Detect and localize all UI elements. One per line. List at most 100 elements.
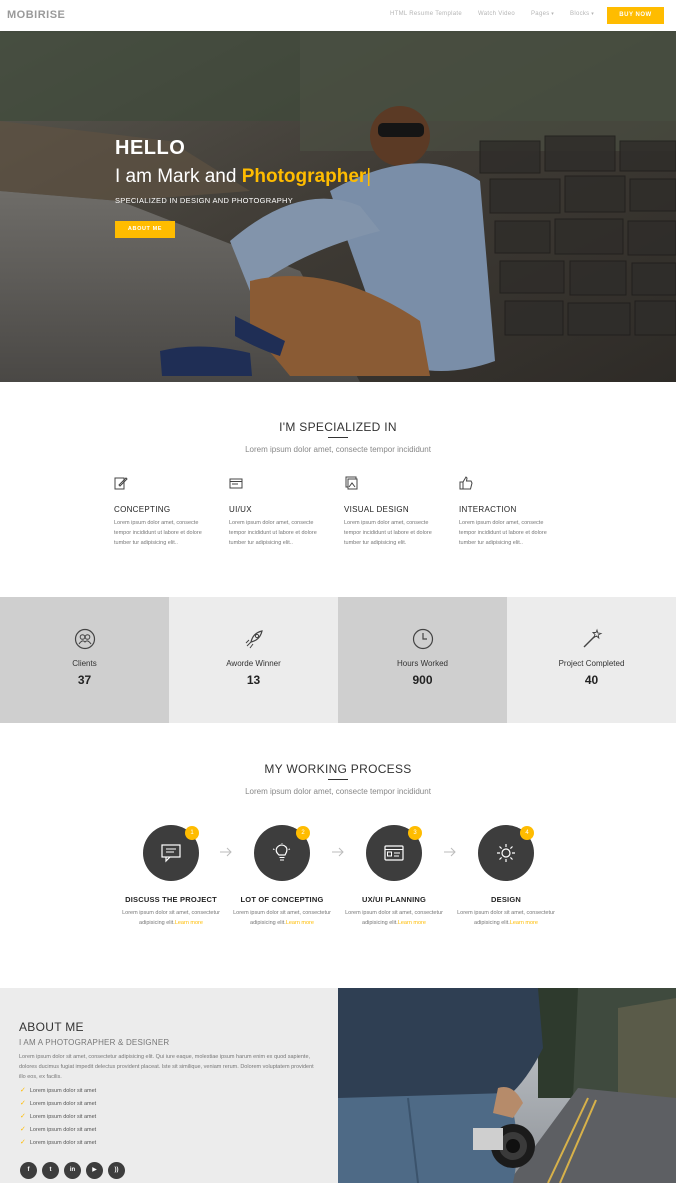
step-number-badge: 2: [296, 826, 310, 840]
about-subtitle: I AM A PHOTOGRAPHER & DESIGNER: [19, 1038, 170, 1047]
check-icon: ✓: [20, 1139, 26, 1146]
stat-value: 40: [584, 673, 599, 687]
stat-hours: Hours Worked 900: [338, 597, 507, 723]
check-icon: ✓: [20, 1087, 26, 1094]
check-icon: ✓: [20, 1126, 26, 1133]
hero-subtitle: SPECIALIZED IN DESIGN AND PHOTOGRAPHY: [115, 196, 294, 205]
list-item: ✓ Lorem ipsum dolor sit amet: [20, 1097, 96, 1110]
skill-text: Lorem ipsum dolor amet, consecte tempor …: [229, 520, 317, 546]
list-item-text: Lorem ipsum dolor sit amet: [29, 1127, 97, 1133]
youtube-icon[interactable]: ▶: [86, 1162, 103, 1179]
step-description: Lorem ipsum dolor sit amet, consectetur …: [345, 910, 443, 926]
stat-value: 900: [412, 673, 433, 687]
skill-title: VISUAL DESIGN: [344, 505, 409, 514]
step-number-badge: 4: [520, 826, 534, 840]
hero-headline: I am Mark and Photographer|: [115, 166, 371, 188]
step-text: Lorem ipsum dolor sit amet, consectetur …: [452, 908, 560, 928]
process-subtitle: Lorem ipsum dolor amet, consecte tempor …: [245, 787, 431, 796]
learn-more-link[interactable]: Learn more: [510, 920, 538, 926]
brand-logo[interactable]: MOBIRISE: [7, 9, 65, 21]
arrow-right-icon: [444, 847, 456, 857]
about-section: ABOUT ME I AM A PHOTOGRAPHER & DESIGNER …: [0, 988, 338, 1183]
social-links: f t in ▶ )): [20, 1162, 125, 1179]
users-icon: [74, 628, 96, 650]
stat-label: Clients: [72, 659, 97, 668]
linkedin-icon[interactable]: in: [64, 1162, 81, 1179]
thumbs-up-icon: [459, 476, 473, 490]
sun-icon: [497, 844, 515, 862]
title-divider: [328, 779, 348, 780]
title-divider: [328, 437, 348, 438]
typing-cursor: |: [366, 166, 372, 187]
stat-awards: Aworde Winner 13: [169, 597, 338, 723]
stat-value: 13: [246, 673, 261, 687]
buy-now-button[interactable]: BUY NOW: [607, 7, 664, 24]
learn-more-link[interactable]: Learn more: [286, 920, 314, 926]
check-icon: ✓: [20, 1113, 26, 1120]
hero-role: Photographer: [241, 166, 367, 187]
skill-visual-design: VISUAL DESIGN Lorem ipsum dolor amet, co…: [344, 476, 459, 548]
list-item: ✓ Lorem ipsum dolor sit amet: [20, 1123, 96, 1136]
stat-label: Project Completed: [558, 659, 625, 668]
step-title: DESIGN: [491, 895, 521, 904]
nav-link-resume[interactable]: HTML Resume Template: [390, 11, 462, 17]
rss-icon[interactable]: )): [108, 1162, 125, 1179]
skill-concepting: CONCEPTING Lorem ipsum dolor amet, conse…: [114, 476, 229, 548]
photographer-image: [338, 988, 676, 1183]
list-item-text: Lorem ipsum dolor sit amet: [29, 1140, 97, 1146]
clock-icon: [412, 628, 434, 650]
skill-interaction: INTERACTION Lorem ipsum dolor amet, cons…: [459, 476, 574, 548]
specialized-subtitle: Lorem ipsum dolor amet, consecte tempor …: [245, 445, 431, 454]
id-card-icon: [384, 845, 404, 861]
stat-projects: Project Completed 40: [507, 597, 676, 723]
learn-more-link[interactable]: Learn more: [175, 920, 203, 926]
stat-label: Aworde Winner: [226, 659, 281, 668]
hero-section: HELLO I am Mark and Photographer| SPECIA…: [0, 31, 676, 382]
list-item-text: Lorem ipsum dolor sit amet: [29, 1114, 97, 1120]
step-text: Lorem ipsum dolor sit amet, consectetur …: [340, 908, 448, 928]
chat-icon: [161, 844, 181, 863]
about-list: ✓ Lorem ipsum dolor sit amet ✓ Lorem ipsum…: [20, 1084, 96, 1149]
process-steps: 1 DISCUSS THE PROJECT Lorem ipsum dolor …: [115, 825, 565, 935]
about-title: ABOUT ME: [19, 1020, 84, 1034]
hero-greeting: HELLO: [115, 137, 186, 159]
arrow-right-icon: [220, 847, 232, 857]
step-description: Lorem ipsum dolor sit amet, consectetur …: [122, 910, 220, 926]
hero-intro: I am Mark and: [115, 166, 237, 187]
step-description: Lorem ipsum dolor sit amet, consectetur …: [233, 910, 331, 926]
step-text: Lorem ipsum dolor sit amet, consectetur …: [228, 908, 336, 928]
skill-text: Lorem ipsum dolor amet, consecte tempor …: [344, 520, 432, 546]
list-item: ✓ Lorem ipsum dolor sit amet: [20, 1136, 96, 1149]
step-title: LOT OF CONCEPTING: [240, 895, 324, 904]
process-title: MY WORKING PROCESS: [264, 762, 412, 776]
arrow-right-icon: [332, 847, 344, 857]
step-number-badge: 3: [408, 826, 422, 840]
twitter-icon[interactable]: t: [42, 1162, 59, 1179]
step-title: DISCUSS THE PROJECT: [125, 895, 217, 904]
skills-grid: CONCEPTING Lorem ipsum dolor amet, conse…: [114, 476, 574, 548]
learn-more-link[interactable]: Learn more: [398, 920, 426, 926]
list-item: ✓ Lorem ipsum dolor sit amet: [20, 1084, 96, 1097]
skill-title: CONCEPTING: [114, 505, 171, 514]
list-item-text: Lorem ipsum dolor sit amet: [29, 1101, 97, 1107]
image-stack-icon: [345, 476, 358, 490]
rocket-icon: [245, 630, 263, 649]
specialized-title: I'M SPECIALIZED IN: [279, 420, 397, 434]
stat-value: 37: [77, 673, 92, 687]
step-description: Lorem ipsum dolor sit amet, consectetur …: [457, 910, 555, 926]
skill-title: UI/UX: [229, 505, 252, 514]
about-text: Lorem ipsum dolor sit amet, consectetur …: [19, 1054, 314, 1080]
skill-text: Lorem ipsum dolor amet, consecte tempor …: [459, 520, 547, 546]
check-icon: ✓: [20, 1100, 26, 1107]
list-item-text: Lorem ipsum dolor sit amet: [29, 1088, 97, 1094]
skill-text: Lorem ipsum dolor amet, consecte tempor …: [114, 520, 202, 546]
nav-link-video[interactable]: Watch Video: [478, 11, 515, 17]
stat-label: Hours Worked: [397, 659, 448, 668]
facebook-icon[interactable]: f: [20, 1162, 37, 1179]
top-navbar: MOBIRISE HTML Resume Template Watch Vide…: [0, 0, 676, 31]
stats-section: Clients 37 Aworde Winner 13 Hours Worked…: [0, 597, 676, 723]
nav-link-pages[interactable]: Pages: [531, 11, 554, 17]
about-me-button[interactable]: ABOUT ME: [115, 221, 175, 238]
nav-link-blocks[interactable]: Blocks: [570, 11, 594, 17]
skill-title: INTERACTION: [459, 505, 517, 514]
